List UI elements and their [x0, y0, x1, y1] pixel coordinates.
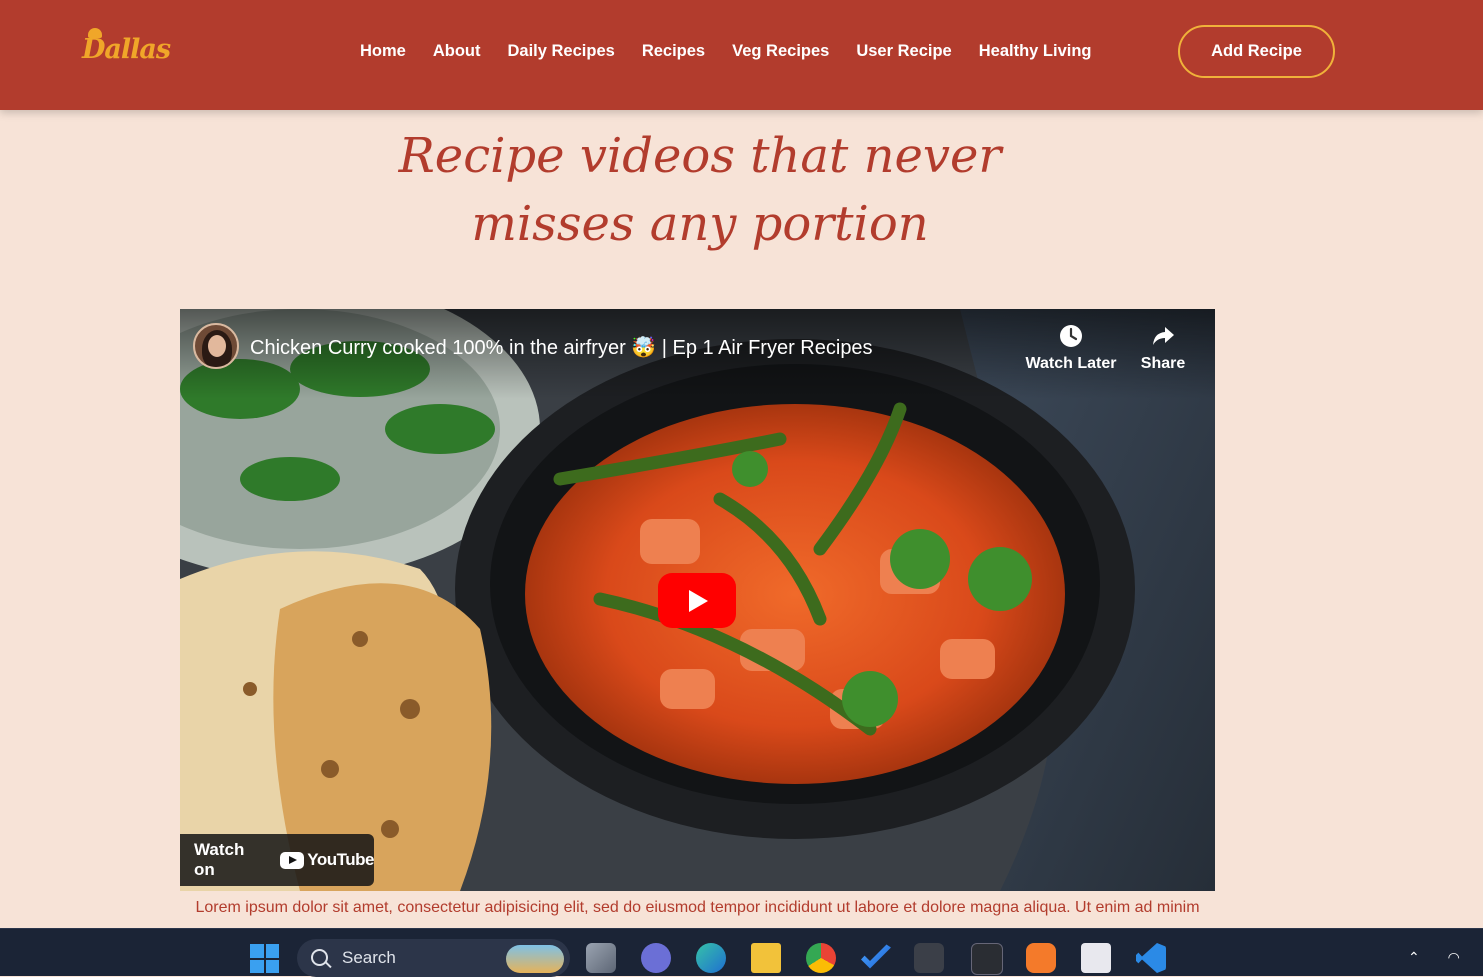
- wifi-icon[interactable]: ◠: [1448, 949, 1460, 965]
- watch-later-label: Watch Later: [1025, 355, 1117, 372]
- share-arrow-icon: [1153, 327, 1174, 345]
- xampp-icon[interactable]: [1026, 943, 1056, 973]
- chevron-up-icon[interactable]: ⌃: [1408, 949, 1420, 965]
- main-menu: Home About Daily Recipes Recipes Veg Rec…: [360, 42, 1119, 61]
- nav-item-daily-recipes[interactable]: Daily Recipes: [508, 42, 615, 61]
- share-button[interactable]: Share: [1113, 323, 1213, 373]
- watch-on-youtube-button[interactable]: Watch on YouTube: [180, 834, 374, 886]
- channel-avatar[interactable]: [193, 323, 239, 369]
- logo-text: Dallas: [82, 34, 171, 65]
- video-title[interactable]: Chicken Curry cooked 100% in the airfrye…: [250, 335, 873, 360]
- todo-icon[interactable]: [861, 944, 891, 969]
- chrome-icon[interactable]: [806, 943, 836, 973]
- add-recipe-button[interactable]: Add Recipe: [1178, 25, 1335, 78]
- nav-item-veg-recipes[interactable]: Veg Recipes: [732, 42, 829, 61]
- terminal-icon[interactable]: [971, 943, 1003, 975]
- nav-item-recipes[interactable]: Recipes: [642, 42, 705, 61]
- file-explorer-icon[interactable]: [751, 943, 781, 973]
- teams-icon[interactable]: [641, 943, 671, 973]
- windows-start-icon[interactable]: [250, 944, 279, 973]
- snipping-tool-icon[interactable]: [1081, 943, 1111, 973]
- youtube-wordmark: YouTube: [307, 850, 374, 869]
- youtube-logo: YouTube: [280, 850, 374, 870]
- youtube-video-embed[interactable]: Chicken Curry cooked 100% in the airfrye…: [180, 309, 1215, 891]
- hero-heading: Recipe videos that never misses any port…: [330, 122, 1070, 258]
- nav-item-about[interactable]: About: [433, 42, 481, 61]
- windows-taskbar: Search ⌃ ◠: [0, 928, 1483, 977]
- nav-item-healthy-living[interactable]: Healthy Living: [979, 42, 1092, 61]
- taskbar-search[interactable]: Search: [297, 939, 570, 977]
- chrome-profile-icon[interactable]: [914, 943, 944, 973]
- search-icon: [311, 949, 328, 966]
- watch-on-label: Watch on: [194, 840, 245, 879]
- search-highlight-image: [506, 945, 564, 973]
- system-tray[interactable]: ⌃ ◠: [1408, 949, 1460, 966]
- avatar-face: [208, 335, 226, 357]
- share-label: Share: [1140, 355, 1186, 372]
- watch-later-button[interactable]: Watch Later: [1021, 323, 1121, 373]
- clock-icon: [1060, 325, 1082, 347]
- nav-item-user-recipe[interactable]: User Recipe: [856, 42, 951, 61]
- task-view-icon[interactable]: [586, 943, 616, 973]
- nav-item-home[interactable]: Home: [360, 42, 406, 61]
- hero-heading-line-2: misses any portion: [471, 196, 929, 252]
- vscode-icon[interactable]: [1136, 943, 1166, 973]
- edge-icon[interactable]: [696, 943, 726, 973]
- hero-heading-line-1: Recipe videos that never: [398, 128, 1002, 184]
- youtube-play-icon: [280, 851, 305, 869]
- top-navbar: Dallas Home About Daily Recipes Recipes …: [0, 0, 1483, 110]
- search-placeholder: Search: [342, 948, 396, 967]
- dallas-logo[interactable]: Dallas: [82, 28, 171, 80]
- play-button[interactable]: [658, 573, 736, 628]
- video-description: Lorem ipsum dolor sit amet, consectetur …: [195, 899, 1200, 916]
